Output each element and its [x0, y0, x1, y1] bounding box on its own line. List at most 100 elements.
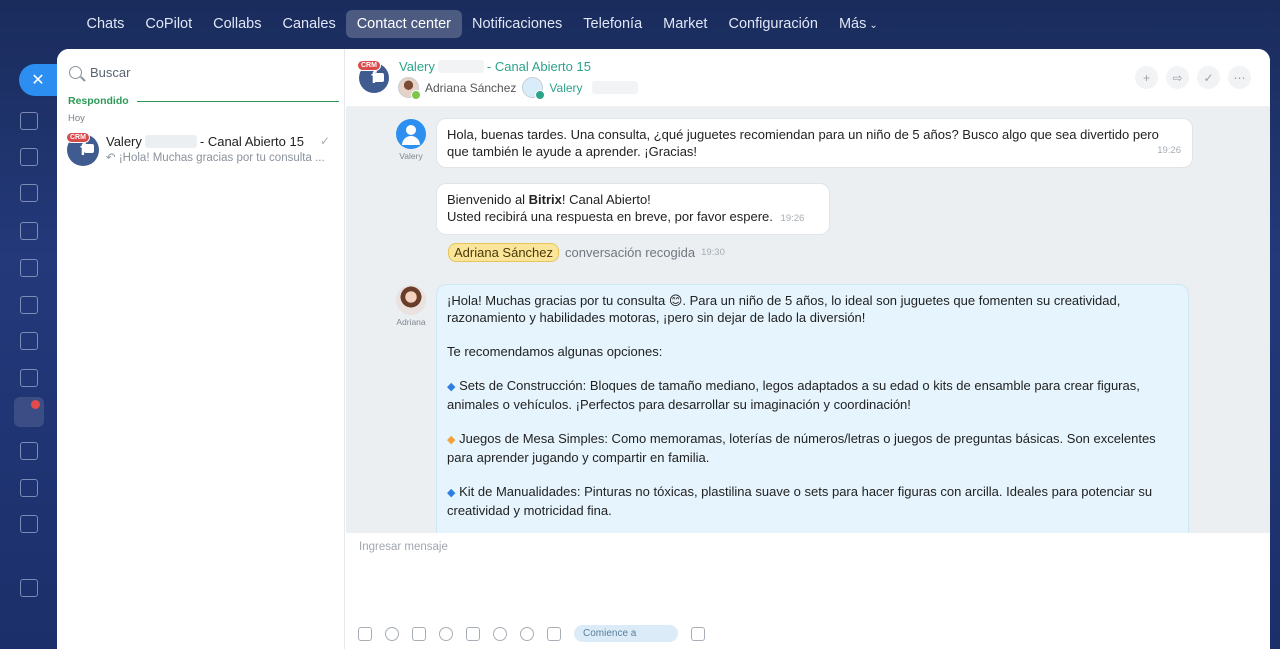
redacted-surname	[144, 135, 197, 148]
chat-title-channel: - Canal Abierto 15	[486, 59, 591, 74]
user-icon[interactable]	[385, 626, 399, 641]
conversation-preview: ↶ ¡Hola! Muchas gracias por tu consulta …	[106, 150, 325, 164]
nav-copilot[interactable]: CoPilot	[135, 10, 203, 38]
message-list: Valery Hola, buenas tardes. Una consulta…	[346, 107, 1270, 533]
client-name[interactable]: Valery	[549, 81, 582, 95]
section-header: Respondido	[68, 95, 339, 107]
booking-icon[interactable]	[20, 442, 38, 460]
client-channel-icon	[535, 90, 546, 100]
read-check-icon: ✓	[320, 134, 331, 148]
welcome-line-2: Usted recibirá una respuesta en breve, p…	[447, 208, 819, 227]
automation-icon[interactable]	[20, 479, 38, 497]
message-time: 19:26	[780, 213, 805, 224]
crm-badge[interactable]: CRM	[357, 60, 381, 71]
message-list-item-text: Sets de Construcción: Bloques de tamaño …	[447, 378, 1140, 412]
start-input[interactable]: Comience a	[574, 625, 678, 642]
search-bar[interactable]: Buscar	[67, 61, 335, 83]
search-icon	[69, 65, 82, 79]
header-actions: + ⇨ ✓ ⋯	[1135, 66, 1251, 89]
participants: Adriana Sánchez Valery	[398, 77, 641, 100]
chat-icon[interactable]	[20, 148, 38, 166]
operator-status-icon	[411, 90, 421, 100]
chevron-down-icon: ⌄	[869, 20, 878, 31]
attach-icon[interactable]	[358, 626, 372, 641]
message-author: Valery	[399, 151, 423, 161]
chat-header: f CRM Valery- Canal Abierto 15 Adriana S…	[346, 49, 1270, 107]
crm-badge: CRM	[66, 132, 90, 143]
mail-icon[interactable]	[20, 296, 38, 314]
welcome-line-1-pre: Bienvenido al	[447, 192, 529, 207]
redacted-surname	[591, 81, 638, 94]
client-avatar[interactable]	[522, 77, 546, 100]
composer-toolbar: Comience a	[358, 625, 705, 642]
add-icon[interactable]: +	[1135, 66, 1158, 89]
auto-welcome-message: Bienvenido al Bitrix! Canal Abierto! Ust…	[436, 183, 830, 235]
client-avatar[interactable]	[396, 119, 426, 149]
notification-badge	[31, 400, 40, 409]
forward-icon[interactable]: ⇨	[1166, 66, 1189, 89]
message-list-item: ◆ Juegos de Mesa Simples: Como memoramas…	[447, 430, 1178, 466]
nav-telefonia[interactable]: Telefonía	[573, 10, 653, 38]
message-time: 19:30	[701, 247, 725, 258]
chat-title-name: Valery	[399, 59, 435, 74]
redacted-surname	[437, 60, 484, 73]
tasks-icon[interactable]	[20, 369, 38, 387]
chat-area: f CRM Valery- Canal Abierto 15 Adriana S…	[346, 49, 1270, 649]
client-message: Hola, buenas tardes. Una consulta, ¿qué …	[436, 118, 1193, 168]
system-message: Adriana Sánchez conversación recogida 19…	[448, 243, 725, 262]
calendar-icon[interactable]	[20, 184, 38, 202]
top-navigation: Chats CoPilot Collabs Canales Contact ce…	[76, 9, 888, 39]
nav-more[interactable]: Más ⌄	[828, 10, 888, 38]
message-list-item-text: Kit de Manualidades: Pinturas no tóxicas…	[447, 484, 1153, 518]
operator-avatar[interactable]	[398, 77, 421, 100]
hidden-message-icon[interactable]	[493, 626, 507, 641]
message-input[interactable]: Ingresar mensaje	[359, 541, 448, 553]
chat-title[interactable]: Valery - Canal Abierto 15	[399, 59, 591, 74]
template-icon[interactable]	[466, 626, 480, 641]
message-list-item-text: Juegos de Mesa Simples: Como memoramas, …	[447, 431, 1156, 465]
nav-configuracion[interactable]: Configuración	[718, 10, 828, 38]
operator-avatar[interactable]	[396, 285, 426, 315]
message-paragraph: Te recomendamos algunas opciones:	[447, 344, 663, 359]
nav-contact-center[interactable]: Contact center	[346, 10, 462, 38]
nav-collabs[interactable]: Collabs	[203, 10, 272, 38]
search-input[interactable]: Buscar	[90, 65, 130, 80]
nav-canales[interactable]: Canales	[272, 10, 346, 38]
conversation-item[interactable]: f CRM Valery - Canal Abierto 15 ✓ ↶ ¡Hola…	[57, 129, 345, 169]
conversation-preview-text: ¡Hola! Muchas gracias por tu consulta ..…	[118, 152, 325, 164]
system-text: conversación recogida	[565, 245, 696, 260]
nav-market[interactable]: Market	[653, 10, 718, 38]
orange-diamond-icon: ◆	[447, 434, 456, 446]
left-icon-rail: ✕	[0, 60, 57, 649]
section-label: Respondido	[68, 95, 129, 107]
document-icon[interactable]	[20, 222, 38, 240]
operator-tag[interactable]: Adriana Sánchez	[448, 243, 560, 262]
conversation-name: Valery	[106, 134, 142, 149]
form-icon[interactable]	[547, 626, 561, 641]
message-paragraph: ¡Hola! Muchas gracias por tu consulta 😊.…	[447, 293, 1121, 325]
message-time: 19:26	[1157, 145, 1181, 156]
operator-name[interactable]: Adriana Sánchez	[425, 81, 516, 95]
feed-icon[interactable]	[20, 112, 38, 130]
section-divider	[136, 100, 339, 102]
more-icon[interactable]: ⋯	[1228, 66, 1251, 89]
emoji-icon[interactable]	[439, 626, 453, 641]
contacts-icon[interactable]	[20, 332, 38, 350]
message-author: Adriana	[396, 317, 426, 327]
conversation-channel: - Canal Abierto 15	[199, 134, 304, 149]
settings-icon[interactable]	[20, 579, 38, 597]
finish-check-icon[interactable]: ✓	[1197, 66, 1220, 89]
close-icon[interactable]: ✕	[19, 64, 57, 96]
message-bubble-icon	[374, 73, 384, 82]
cart-icon[interactable]	[20, 515, 38, 533]
welcome-brand: Bitrix	[528, 192, 562, 207]
nav-chats[interactable]: Chats	[76, 10, 135, 38]
blue-diamond-icon: ◆	[447, 487, 456, 499]
drive-icon[interactable]	[20, 259, 38, 277]
screen-share-icon[interactable]	[691, 626, 705, 641]
day-label: Hoy	[68, 113, 85, 124]
nav-notificaciones[interactable]: Notificaciones	[462, 10, 573, 38]
lightning-icon[interactable]	[520, 626, 534, 641]
edit-icon[interactable]	[412, 626, 426, 641]
message-list-item: ◆ Kit de Manualidades: Pinturas no tóxic…	[447, 483, 1178, 519]
